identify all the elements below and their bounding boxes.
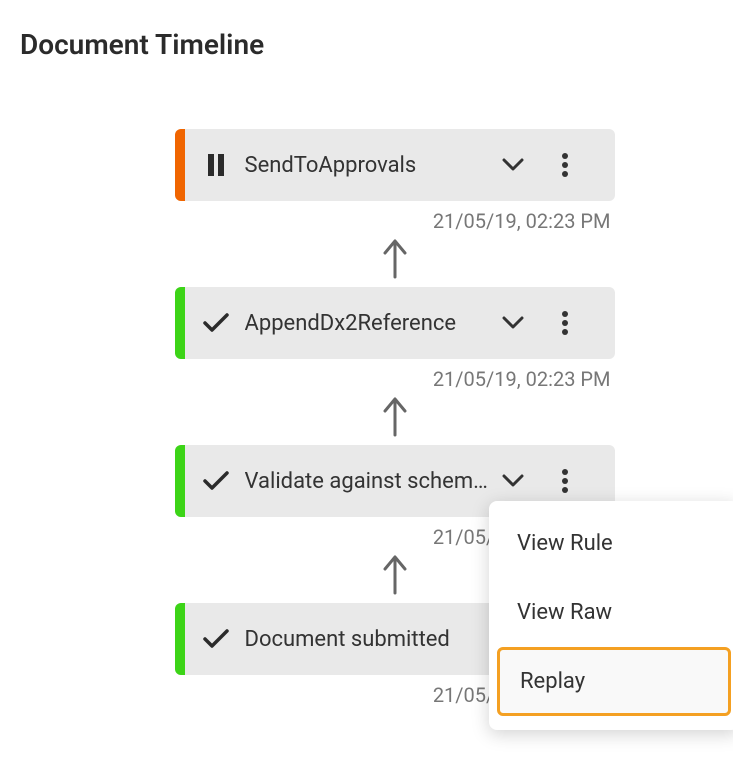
expand-toggle[interactable] [495, 463, 531, 499]
context-menu: View Rule View Raw Replay [489, 501, 733, 730]
check-icon [201, 470, 231, 492]
arrow-up-icon [381, 551, 409, 597]
expand-toggle[interactable] [495, 147, 531, 183]
more-menu-button[interactable] [547, 305, 583, 341]
menu-item-replay[interactable]: Replay [497, 647, 731, 716]
status-stripe [175, 287, 185, 359]
more-menu-button[interactable] [547, 463, 583, 499]
status-stripe [175, 603, 185, 675]
menu-item-view-rule[interactable]: View Rule [489, 509, 733, 578]
timestamp: 21/05/19, 02:23 PM [175, 209, 615, 233]
more-vertical-icon [561, 468, 569, 494]
check-icon [201, 628, 231, 650]
timeline-card: AppendDx2Reference [175, 287, 615, 359]
more-menu-button[interactable] [547, 147, 583, 183]
chevron-down-icon [502, 158, 524, 172]
chevron-down-icon [502, 474, 524, 488]
card-label: Validate against schema and also more te… [245, 469, 495, 494]
timeline: SendToApprovals 21/05/19, 02:23 PM Appen… [24, 129, 709, 709]
card-label: AppendDx2Reference [245, 311, 495, 336]
status-stripe [175, 129, 185, 201]
check-icon [201, 312, 231, 334]
timestamp: 21/05/19, 02:23 PM [175, 367, 615, 391]
more-vertical-icon [561, 152, 569, 178]
card-label: SendToApprovals [245, 153, 495, 178]
card-label: Document submitted [245, 627, 495, 652]
expand-toggle[interactable] [495, 305, 531, 341]
menu-item-view-raw[interactable]: View Raw [489, 578, 733, 647]
pause-icon [201, 153, 231, 177]
chevron-down-icon [502, 316, 524, 330]
status-stripe [175, 445, 185, 517]
more-vertical-icon [561, 310, 569, 336]
arrow-up-icon [381, 393, 409, 439]
timeline-card: SendToApprovals [175, 129, 615, 201]
page-title: Document Timeline [20, 28, 709, 61]
arrow-up-icon [381, 235, 409, 281]
